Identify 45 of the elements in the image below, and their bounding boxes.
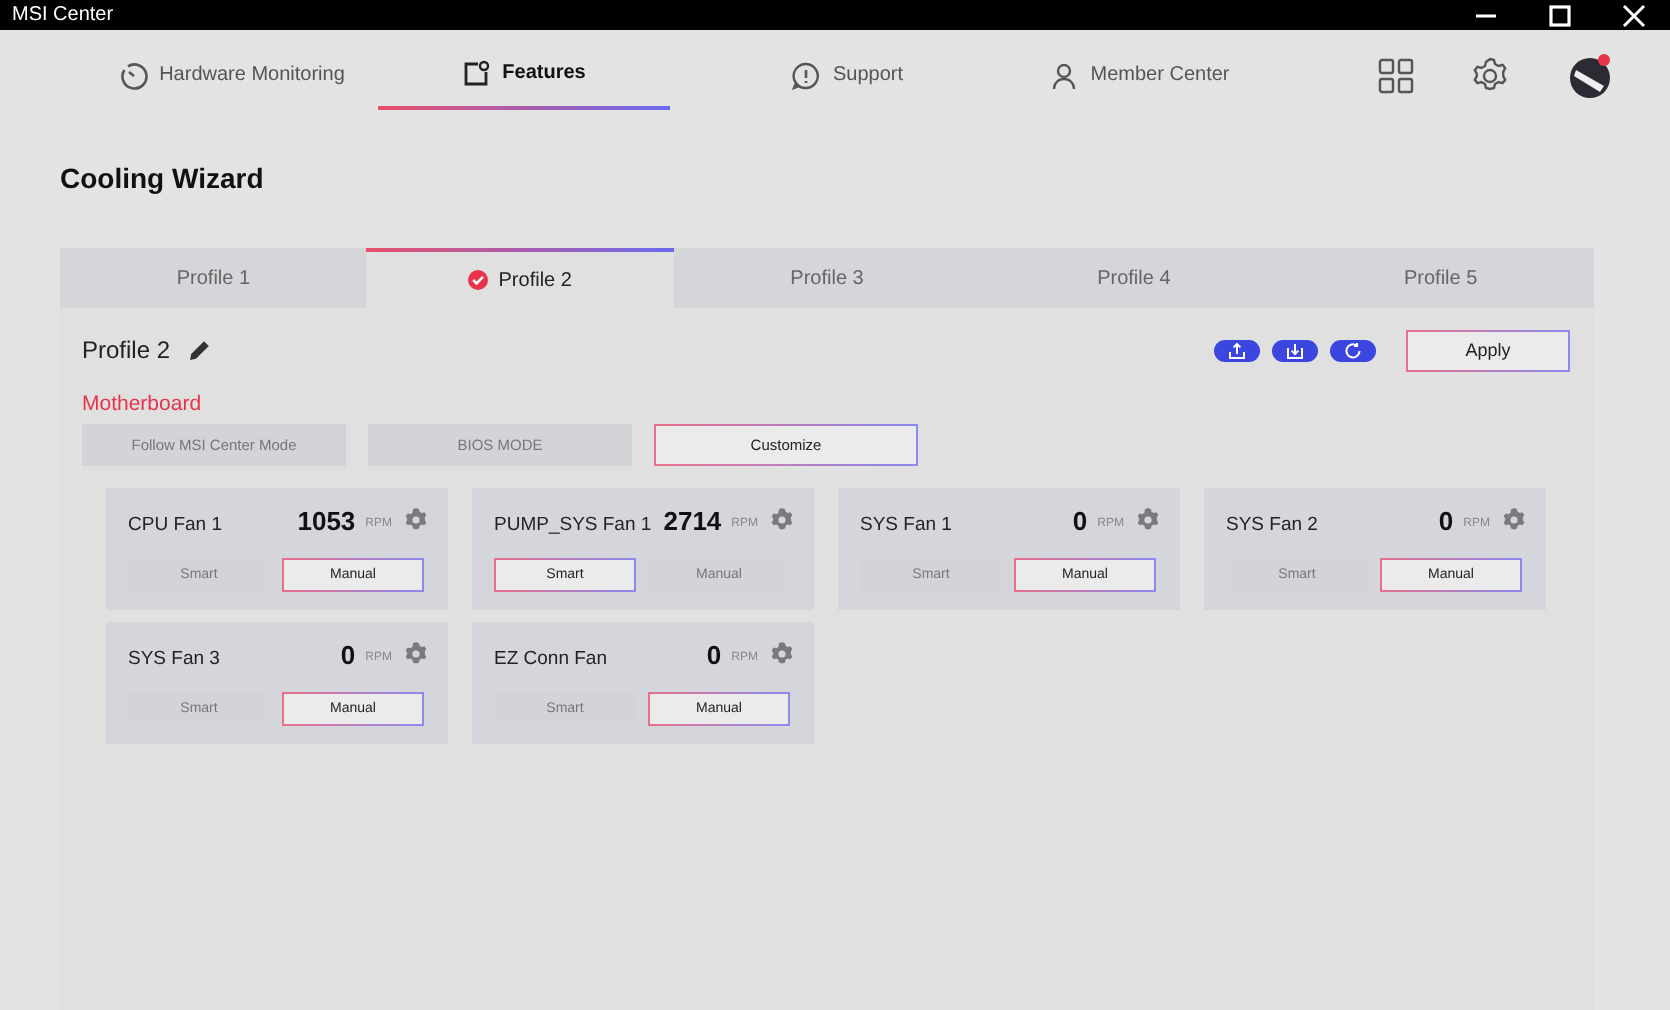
fan-name: CPU Fan 1 [128, 513, 224, 535]
fan-speed: 0 [1438, 505, 1454, 535]
nav-tab[interactable]: Features [378, 41, 670, 109]
settings-icon[interactable] [404, 508, 428, 532]
section-label: Motherboard [82, 392, 204, 416]
support-icon [792, 61, 821, 89]
settings-icon[interactable] [770, 642, 794, 666]
gauge-icon [119, 61, 148, 89]
fan-name: SYS Fan 1 [860, 513, 954, 535]
import-button[interactable] [1272, 339, 1318, 361]
features-icon [462, 59, 491, 87]
window-title: MSI Center [12, 4, 114, 26]
fan-speed: 2714 [663, 505, 722, 535]
fan-speed: 0 [340, 639, 356, 669]
settings-icon[interactable] [404, 642, 428, 666]
settings-icon[interactable] [1136, 508, 1160, 532]
page-title: Cooling Wizard [60, 162, 266, 194]
settings-icon[interactable] [1502, 508, 1526, 532]
close-icon[interactable] [1622, 3, 1646, 27]
maximize-icon[interactable] [1548, 3, 1572, 27]
fan-name: PUMP_SYS Fan 1 [494, 513, 654, 535]
fan-name: EZ Conn Fan [494, 647, 609, 669]
fan-speed: 0 [706, 639, 722, 669]
fan-name: SYS Fan 3 [128, 647, 222, 669]
fan-name: SYS Fan 2 [1226, 513, 1320, 535]
profile-tab[interactable]: Profile 5 [1287, 248, 1595, 308]
person-icon [1050, 61, 1079, 89]
fan-speed: 1053 [297, 505, 356, 535]
profile-name: Profile 2 [82, 336, 171, 364]
settings-icon[interactable] [770, 508, 794, 532]
export-button[interactable] [1214, 339, 1260, 361]
pencil-icon[interactable] [188, 338, 213, 362]
fan-speed: 0 [1072, 505, 1088, 535]
reset-button[interactable] [1330, 339, 1376, 361]
apply-button[interactable]: Apply [1406, 329, 1570, 371]
grid-icon[interactable] [1378, 57, 1414, 93]
refresh-icon [1344, 341, 1362, 359]
download-icon [1286, 341, 1304, 359]
profile-tab[interactable]: Profile 3 [673, 248, 981, 308]
settings-icon[interactable] [1470, 55, 1510, 95]
check-icon [468, 270, 489, 290]
profile-tab[interactable]: Profile 1 [60, 248, 367, 308]
profile-tab[interactable]: Profile 4 [980, 248, 1288, 308]
upload-icon [1228, 341, 1246, 359]
avatar-icon[interactable] [1566, 51, 1614, 99]
